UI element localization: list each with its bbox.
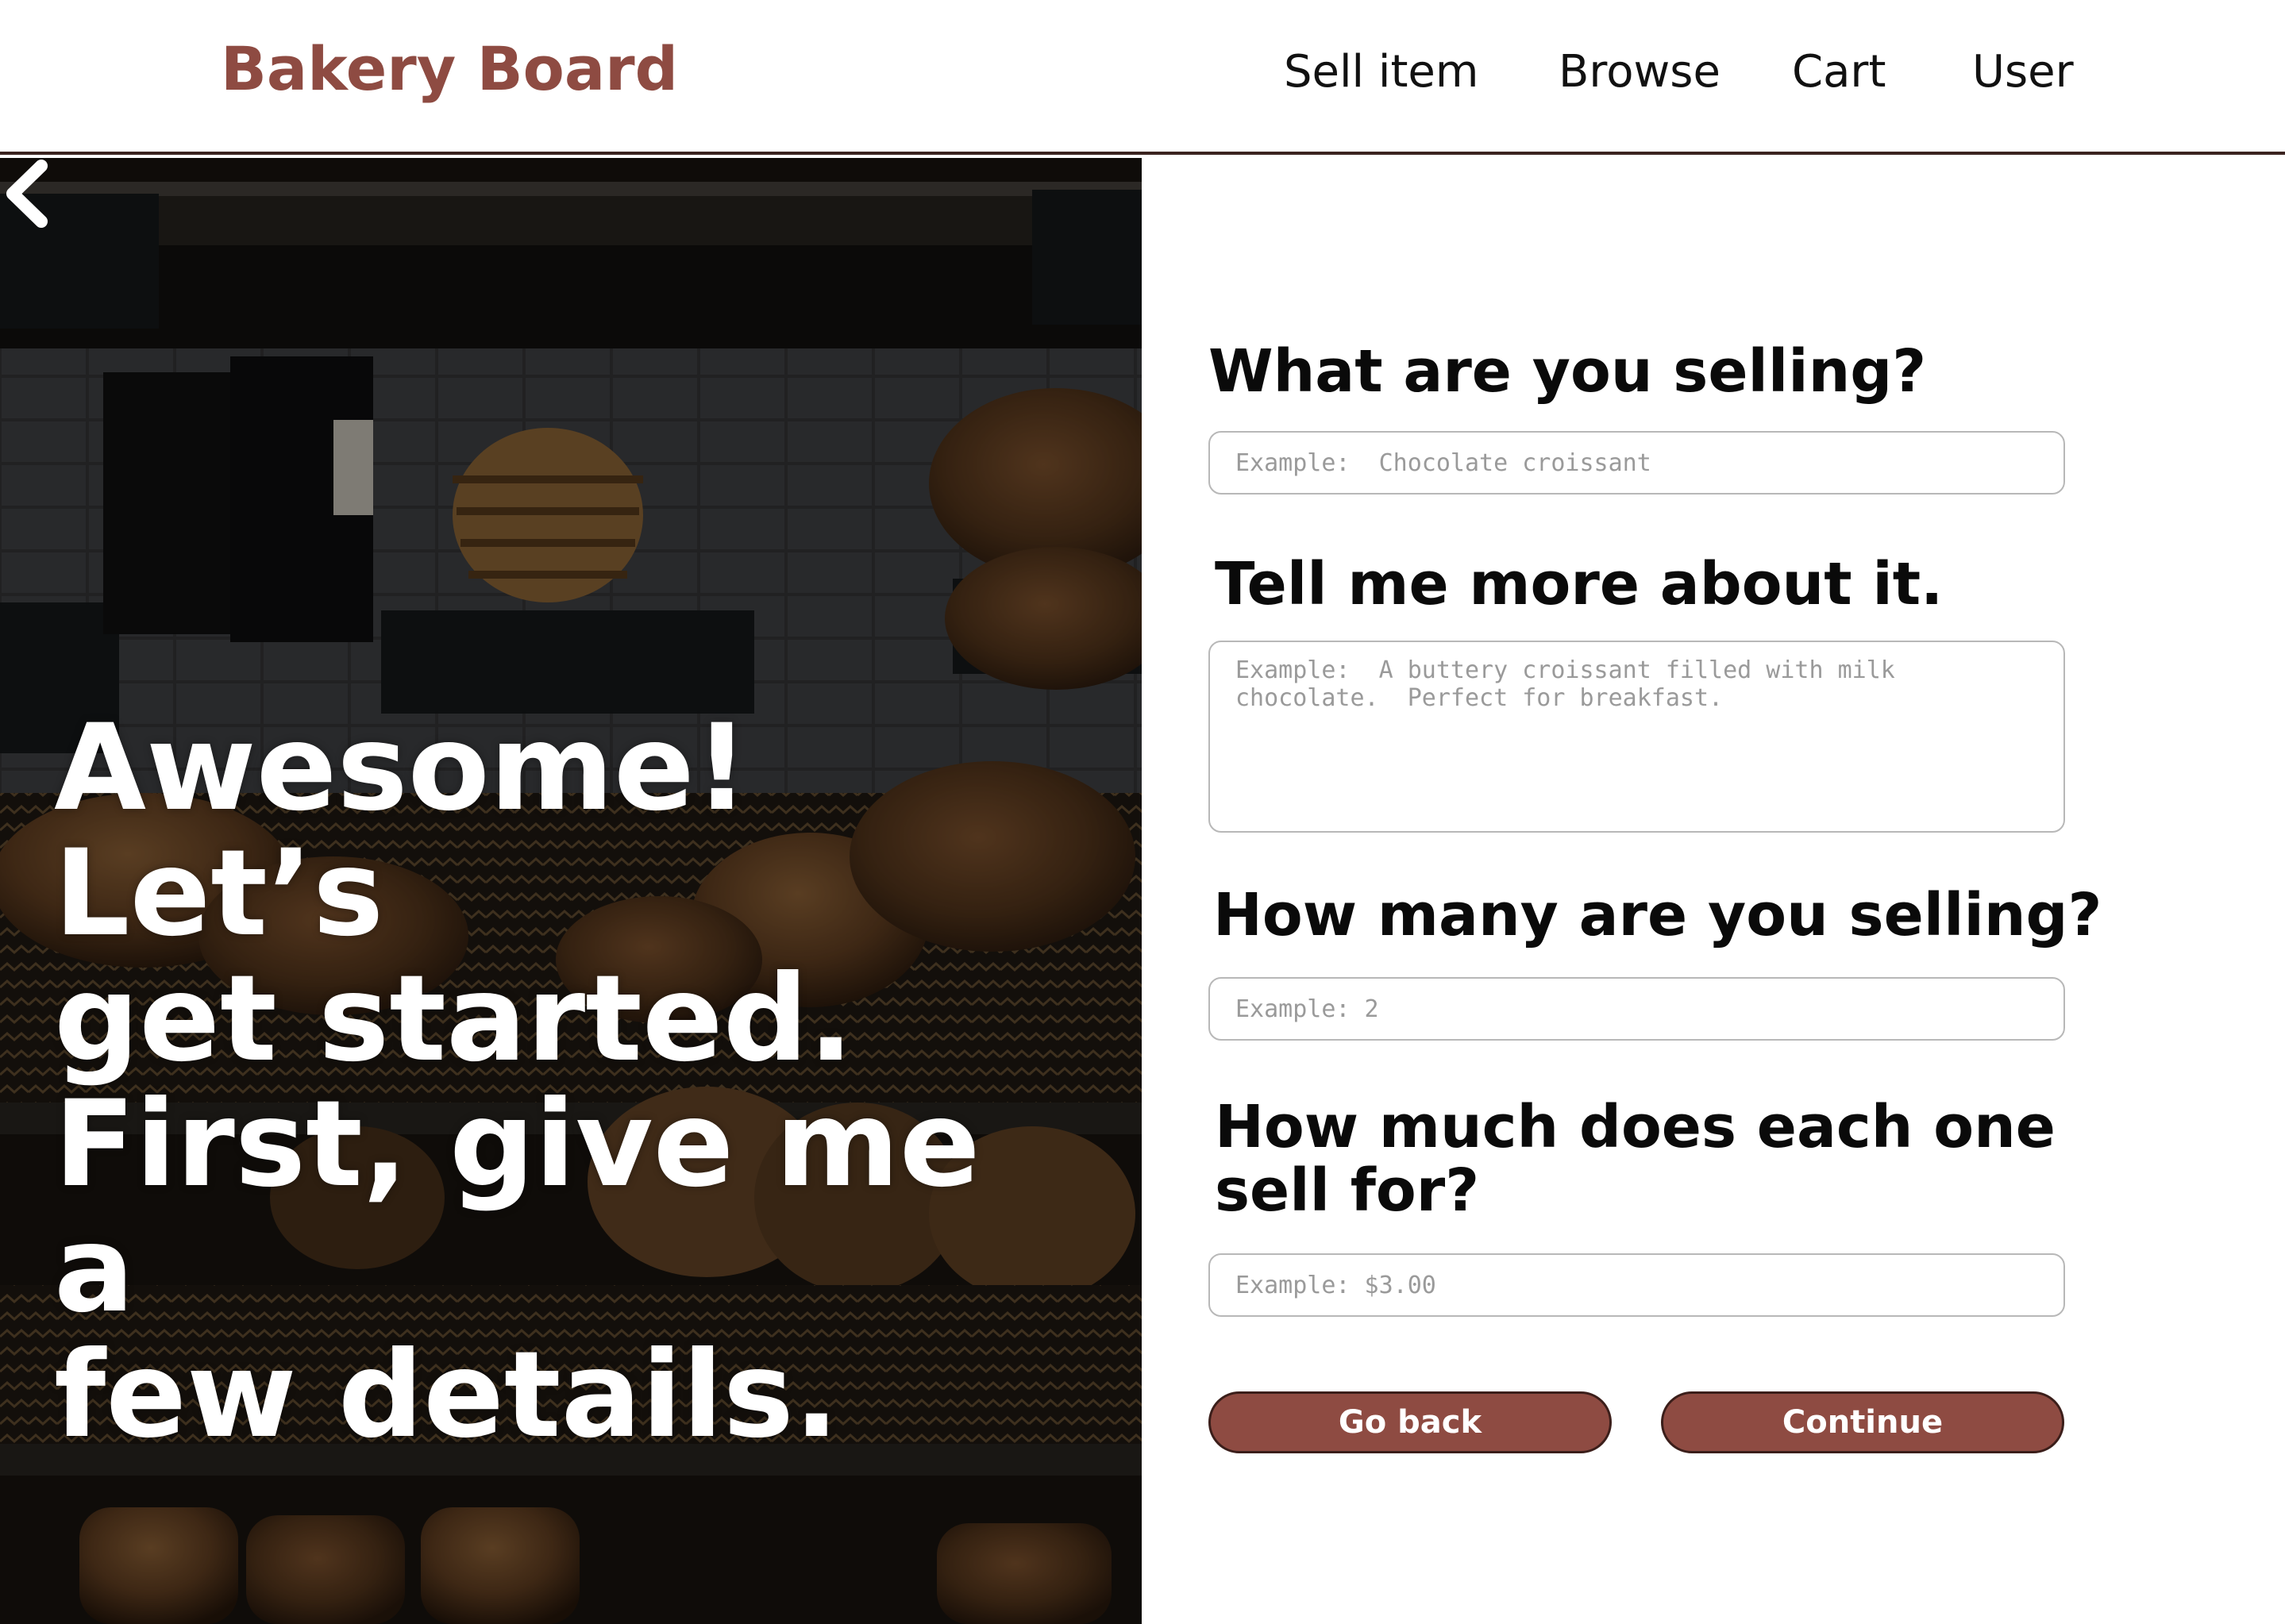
nav-cart[interactable]: Cart <box>1792 46 1886 98</box>
hero-heading: Awesome! Let’s get started. First, give … <box>54 706 1102 1458</box>
go-back-button[interactable]: Go back <box>1208 1391 1612 1453</box>
price-field[interactable] <box>1208 1253 2065 1317</box>
nav-browse[interactable]: Browse <box>1559 46 1720 98</box>
item-name-field[interactable] <box>1208 431 2065 495</box>
question-tell-more: Tell me more about it. <box>1215 550 1944 618</box>
price-input[interactable] <box>1210 1255 2063 1315</box>
question-how-much: How much does each one sell for? <box>1215 1093 2056 1225</box>
chevron-left-icon[interactable] <box>0 158 56 229</box>
nav-sell-item[interactable]: Sell item <box>1284 46 1478 98</box>
description-field[interactable] <box>1208 641 2065 833</box>
quantity-field[interactable] <box>1208 977 2065 1041</box>
item-name-input[interactable] <box>1210 433 2063 493</box>
question-how-many: How many are you selling? <box>1213 881 2102 949</box>
hero-bakery-image: Awesome! Let’s get started. First, give … <box>0 158 1142 1624</box>
hero-line-1: Awesome! Let’s <box>54 699 749 963</box>
header: Bakery Board Sell item Browse Cart User <box>0 0 2285 155</box>
question-what-selling: What are you selling? <box>1208 337 1927 406</box>
hero-line-3: First, give me a <box>54 1076 981 1339</box>
logo[interactable]: Bakery Board <box>221 33 678 104</box>
nav-user[interactable]: User <box>1972 46 2074 98</box>
hero-line-4: few details. <box>54 1326 839 1464</box>
continue-button[interactable]: Continue <box>1661 1391 2064 1453</box>
description-textarea[interactable] <box>1210 642 2063 831</box>
hero-line-2: get started. <box>54 950 854 1088</box>
quantity-input[interactable] <box>1210 979 2063 1039</box>
